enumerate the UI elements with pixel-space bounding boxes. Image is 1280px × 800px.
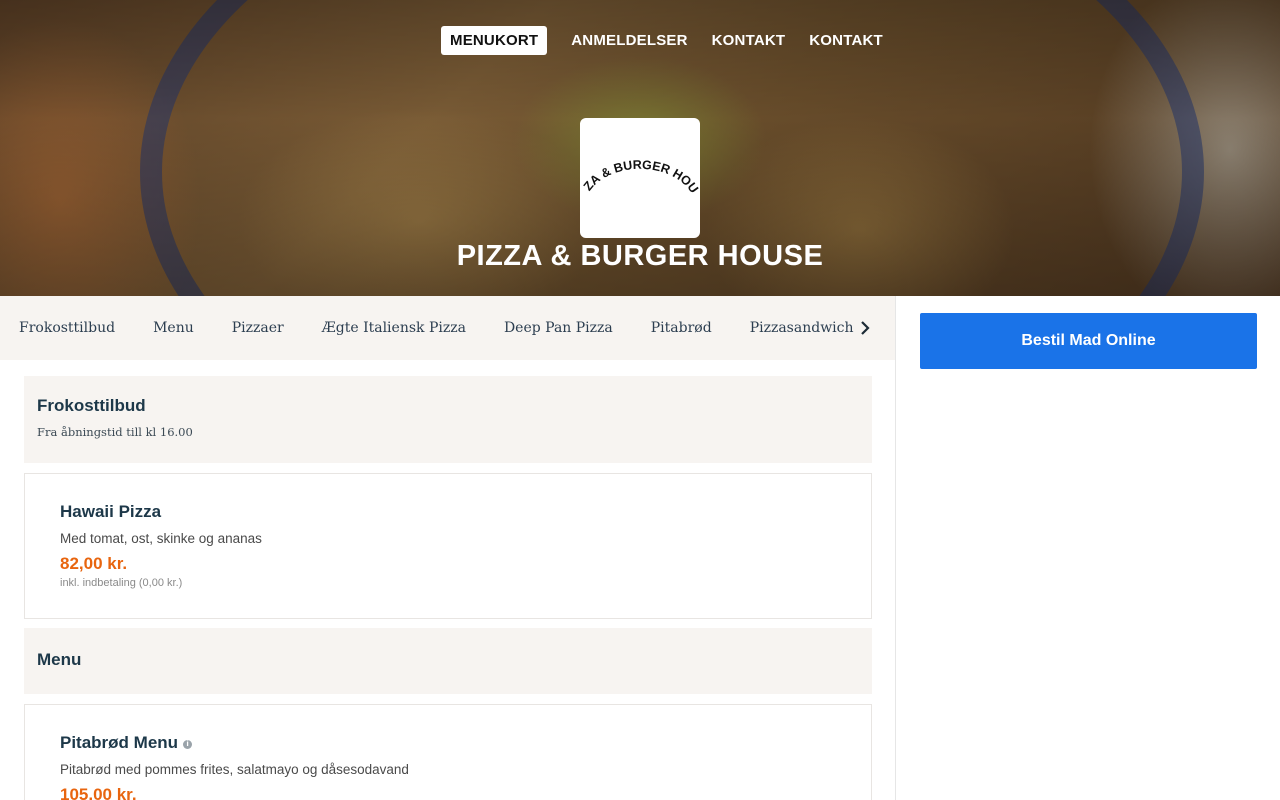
section-header: Menu — [24, 628, 872, 694]
restaurant-logo: PIZZA & BURGER HOUSE — [580, 118, 700, 238]
order-panel: Bestil Mad Online — [895, 296, 1280, 800]
category-bar: Frokosttilbud Menu Pizzaer Ægte Italiens… — [0, 296, 895, 360]
nav-kontakt[interactable]: KONTAKT — [712, 26, 786, 55]
category-frokosttilbud[interactable]: Frokosttilbud — [19, 320, 115, 336]
top-navigation: MENUKORT ANMELDELSER KONTAKT KONTAKT — [441, 26, 883, 55]
category-menu[interactable]: Menu — [153, 320, 194, 336]
product-name: Pitabrød Menu — [60, 733, 179, 752]
info-icon[interactable]: i — [183, 739, 193, 749]
hero-banner: MENUKORT ANMELDELSER KONTAKT KONTAKT PIZ… — [0, 0, 1280, 296]
product-name: Hawaii Pizza — [60, 502, 162, 521]
section-title: Frokosttilbud — [37, 396, 146, 415]
category-pizzasandwich[interactable]: Pizzasandwich — [750, 320, 854, 336]
product-description: Pitabrød med pommes frites, salatmayo og… — [60, 762, 409, 777]
category-pizzaer[interactable]: Pizzaer — [232, 320, 284, 336]
product-deposit: inkl. indbetaling (0,00 kr.) — [60, 577, 183, 589]
category-deep-pan-pizza[interactable]: Deep Pan Pizza — [504, 320, 613, 336]
product-description: Med tomat, ost, skinke og ananas — [60, 531, 262, 546]
section-subtitle: Fra åbningstid till kl 16.00 — [37, 425, 193, 439]
category-aegte-italiensk-pizza[interactable]: Ægte Italiensk Pizza — [322, 320, 466, 336]
svg-text:PIZZA & BURGER HOUSE: PIZZA & BURGER HOUSE — [580, 118, 700, 196]
category-pitabrod[interactable]: Pitabrød — [651, 320, 712, 336]
nav-kontakt-2[interactable]: KONTAKT — [809, 26, 883, 55]
menu-content: Frokosttilbud Fra åbningstid till kl 16.… — [24, 376, 872, 800]
nav-anmeldelser[interactable]: ANMELDELSER — [571, 26, 687, 55]
order-online-button[interactable]: Bestil Mad Online — [920, 313, 1257, 369]
nav-menukort[interactable]: MENUKORT — [441, 26, 548, 55]
section-header: Frokosttilbud Fra åbningstid till kl 16.… — [24, 376, 872, 463]
product-price: 82,00 kr. — [60, 554, 128, 573]
product-card[interactable]: Hawaii Pizza Med tomat, ost, skinke og a… — [24, 473, 872, 619]
restaurant-name: PIZZA & BURGER HOUSE — [456, 240, 824, 272]
section-title: Menu — [37, 650, 82, 669]
logo-graphic: PIZZA & BURGER HOUSE — [580, 118, 700, 196]
product-price: 105,00 kr. — [60, 785, 137, 800]
logo-text: PIZZA & BURGER HOUSE — [580, 118, 700, 196]
chevron-right-icon[interactable] — [857, 320, 873, 336]
product-name-row: Pitabrød Menu i — [60, 733, 836, 753]
product-card[interactable]: Pitabrød Menu i Pitabrød med pommes frit… — [24, 704, 872, 800]
